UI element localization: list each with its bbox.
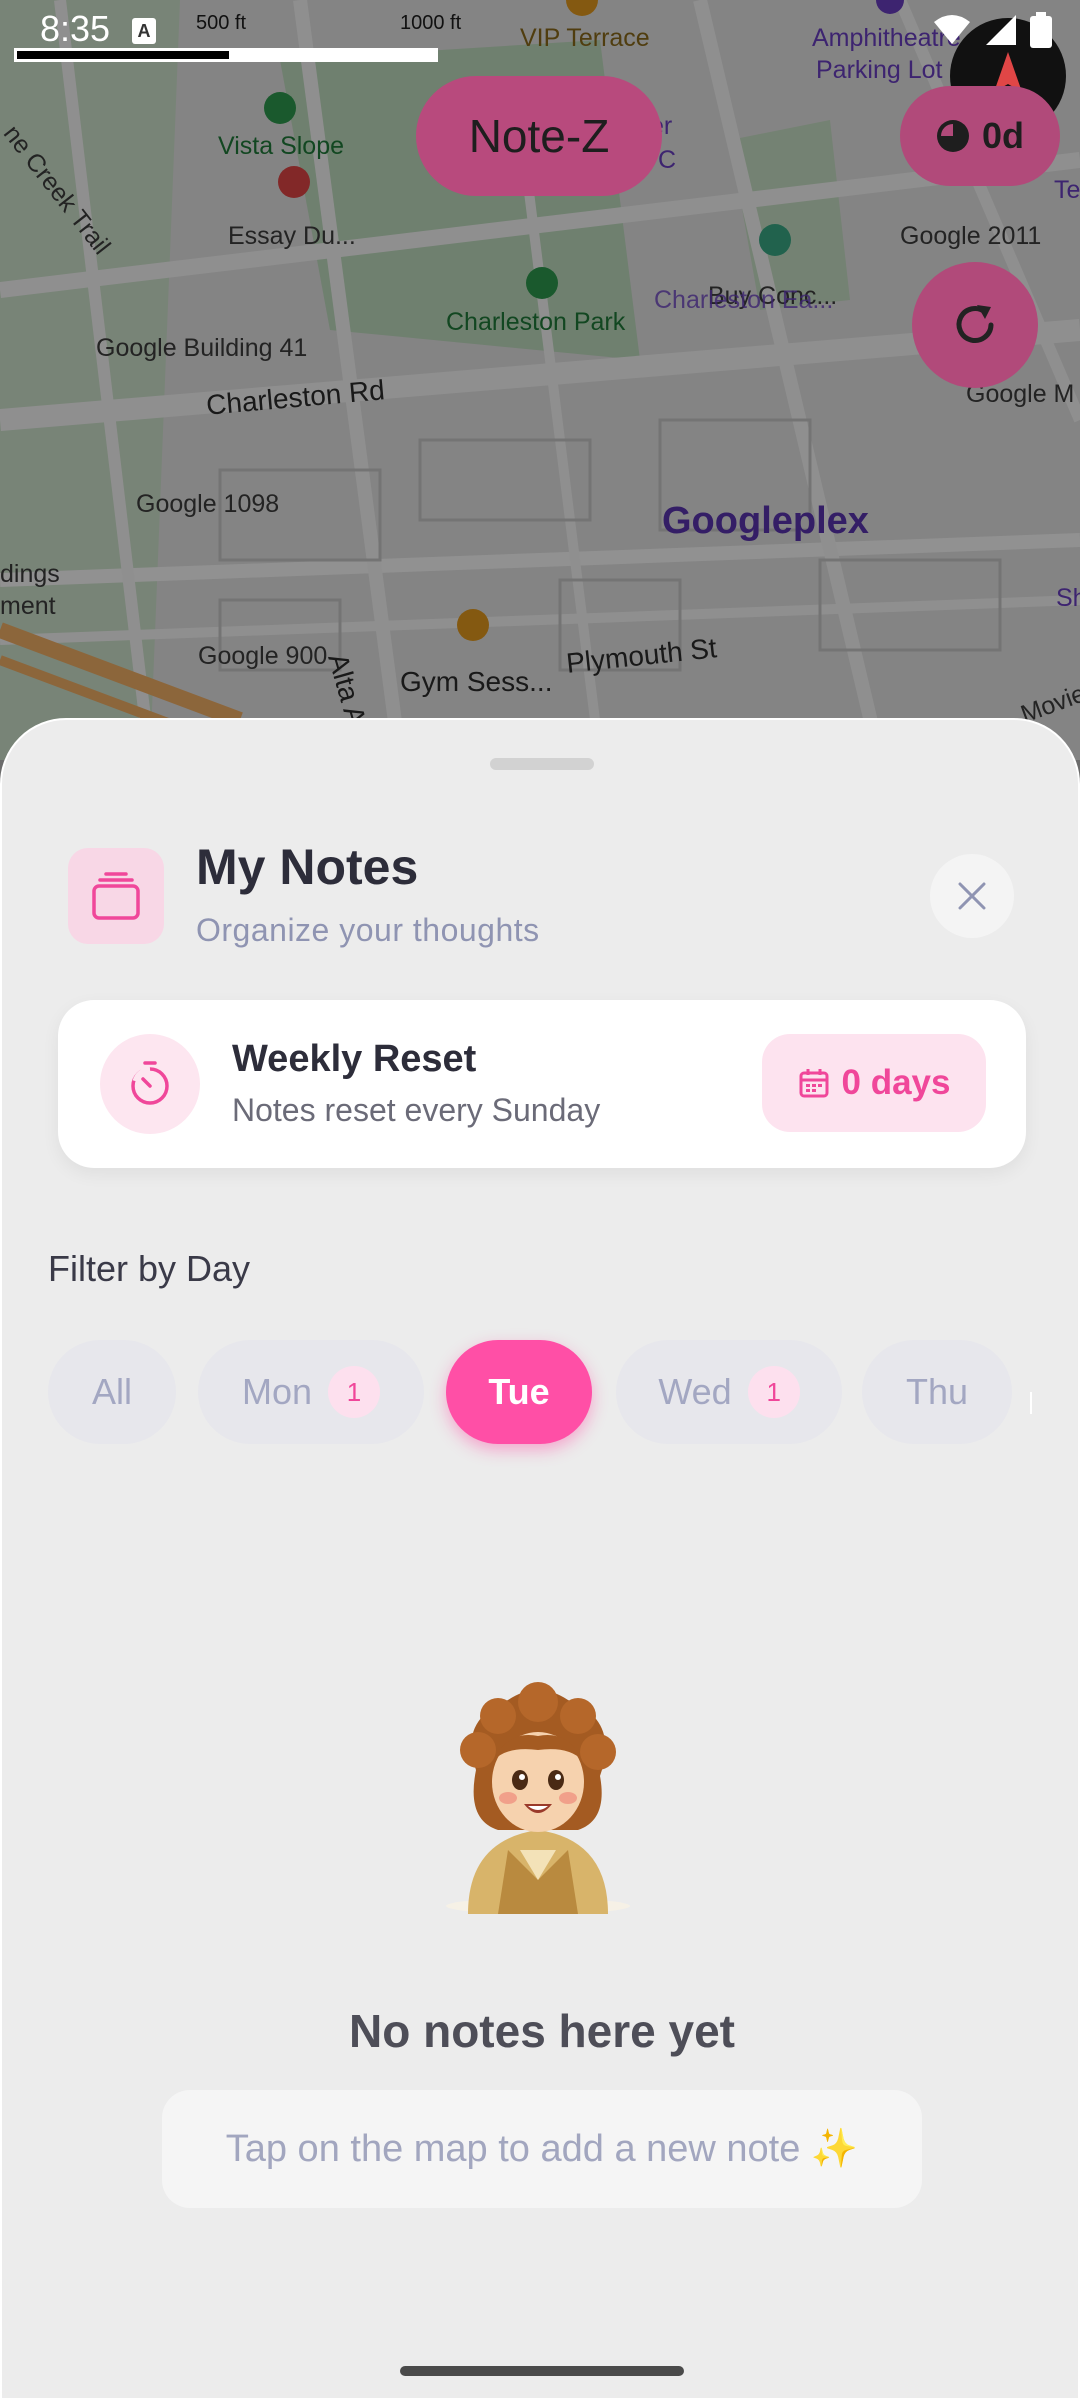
wifi-icon [934,15,970,44]
map-scale-small: 500 ft [196,12,247,34]
status-bar: 8:35 A 500 ft 1000 ft [0,0,1080,62]
map-scale-large: 1000 ft [400,12,462,34]
chip-label: Thu [905,1371,969,1412]
chip-label: Tue [488,1371,550,1412]
battery-icon [1030,12,1052,48]
chip-label: Mon [241,1371,313,1412]
weekly-reset-card: Weekly Reset Notes reset every Sunday 0 … [58,1000,1026,1168]
app-title-pill: Note-Z [416,76,662,196]
days-label: 0 days [841,1063,951,1102]
empty-state-hint: Tap on the map to add a new note ✨ [162,2090,922,2208]
home-indicator[interactable] [400,2366,684,2376]
chip-label: All [91,1371,132,1412]
chip-all[interactable]: All [48,1340,176,1444]
cellular-signal-icon [986,15,1016,45]
timer-icon [100,1034,200,1134]
filter-label: Filter by Day [48,1248,251,1289]
girl-mascot-illustration [446,1682,630,1914]
timer-label: 0d [981,115,1024,156]
calendar-icon [799,1069,829,1098]
day-filter-chips: All Mon 1 Tue Wed 1 Thu [48,1340,1048,1452]
app-title: Note-Z [468,110,610,162]
sheet-subtitle: Organize your thoughts [196,912,540,948]
chip-mon[interactable]: Mon 1 [198,1340,424,1444]
map-scale-bar [14,48,438,62]
timer-pill[interactable]: 0d [900,86,1060,186]
chip-wed[interactable]: Wed 1 [616,1340,842,1444]
close-icon [958,882,986,910]
empty-state-hint-text: Tap on the map to add a new note ✨ [225,2128,859,2170]
chip-label: Wed [658,1371,732,1412]
refresh-icon [956,305,994,343]
status-time: 8:35 [40,8,111,49]
empty-state-title: No notes here yet [349,2005,735,2057]
notes-bottom-sheet: My Notes Organize your thoughts Weekly R… [0,718,1080,2400]
drag-handle[interactable] [490,758,594,770]
chip-scroll-edge [1030,1392,1032,1414]
chip-count-badge: 1 [328,1366,381,1418]
refresh-button[interactable] [912,262,1038,388]
notes-stack-icon [68,848,164,944]
close-button[interactable] [930,854,1014,938]
chip-thu[interactable]: Thu [862,1340,1012,1444]
days-remaining-badge: 0 days [762,1034,986,1132]
chip-count-badge: 1 [747,1366,800,1418]
notification-a-icon: A [132,18,156,44]
reset-title: Weekly Reset [232,1038,477,1080]
reset-subtitle: Notes reset every Sunday [232,1092,601,1128]
clock-icon [936,120,969,152]
status-icons [932,12,1052,48]
chip-tue[interactable]: Tue [446,1340,592,1444]
sheet-title: My Notes [196,839,419,895]
